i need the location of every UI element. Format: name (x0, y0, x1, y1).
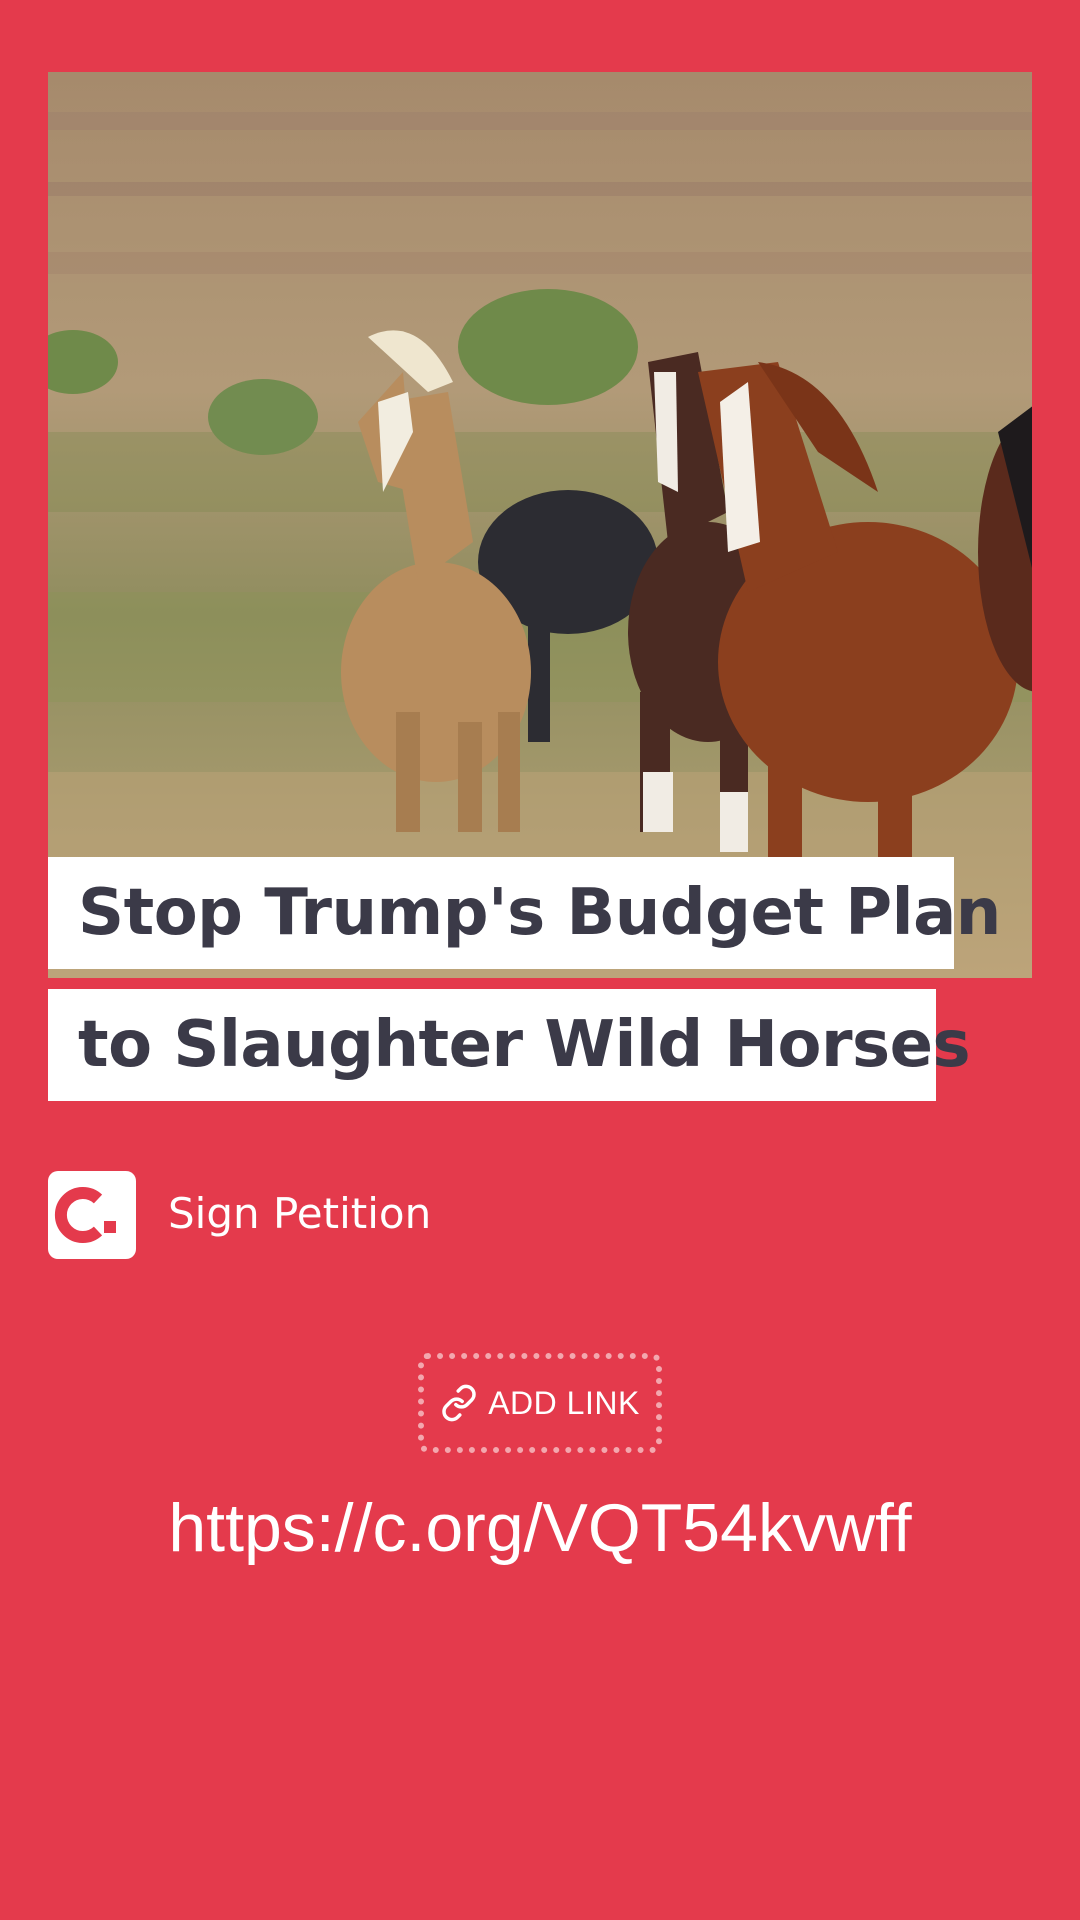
horses-photo (48, 72, 1032, 978)
change-org-logo-icon[interactable] (48, 1171, 136, 1259)
chain-link-icon (442, 1384, 476, 1422)
petition-url[interactable]: https://c.org/VQT54kvwff (0, 1488, 1080, 1568)
headline-line-1: Stop Trump's Budget Plan (48, 857, 1001, 969)
headline-line-2: to Slaughter Wild Horses (48, 989, 971, 1101)
sign-petition-label[interactable]: Sign Petition (168, 1188, 431, 1240)
add-link-sticker[interactable]: ADD LINK (418, 1353, 662, 1453)
add-link-label: ADD LINK (488, 1384, 640, 1421)
